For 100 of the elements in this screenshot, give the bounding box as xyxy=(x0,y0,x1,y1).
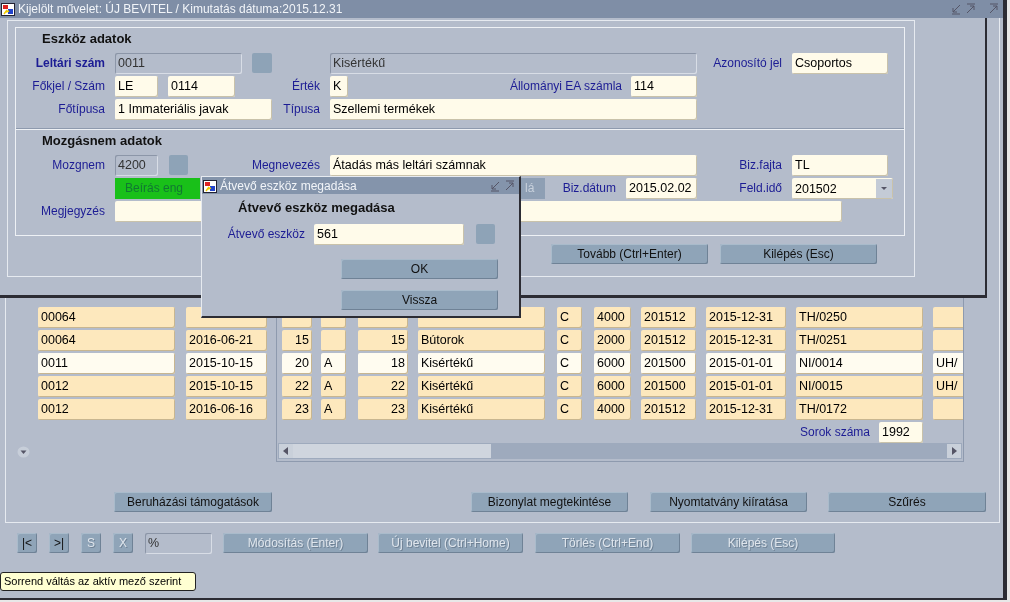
dialog-button[interactable]: Vissza xyxy=(341,290,498,310)
dropdown-field[interactable]: 201502 xyxy=(792,178,893,199)
table-cell: UH/ xyxy=(933,353,963,374)
table-cell: 2016-06-16 xyxy=(186,399,267,420)
text-field[interactable]: K xyxy=(330,76,348,97)
field-label: Mozgnem xyxy=(51,157,105,174)
table-cell: 00064 xyxy=(38,330,175,351)
field-label: Megnevezés xyxy=(250,157,320,174)
table-cell: 201512 xyxy=(641,307,696,328)
table-cell: NI/0014 xyxy=(796,353,923,374)
table-cell: 18 xyxy=(358,353,408,374)
minimize-icon[interactable] xyxy=(950,3,962,15)
toolbar-button[interactable]: |< xyxy=(17,533,37,553)
table-cell: 22 xyxy=(282,376,312,397)
table-cell: Kisértékű xyxy=(418,353,545,374)
text-field[interactable]: Szellemi termékek xyxy=(330,99,697,120)
minimize-icon[interactable] xyxy=(489,179,501,192)
table-cell: 00064 xyxy=(38,307,175,328)
tooltip: Sorrend váltás az aktív mező szerint xyxy=(0,572,196,591)
field-label: Főtípusa xyxy=(57,101,105,118)
field-label: lá xyxy=(520,178,545,199)
text-field[interactable]: Csoportos xyxy=(792,53,888,74)
text-field[interactable]: 561 xyxy=(314,224,464,245)
field-label: Megjegyzés xyxy=(39,203,105,220)
table-cell: 22 xyxy=(358,376,408,397)
table-cell: C xyxy=(557,307,582,328)
field-label: Sorok száma xyxy=(798,424,870,441)
text-field[interactable]: 114 xyxy=(631,76,697,97)
table-cell: Bútorok xyxy=(418,330,545,351)
action-button[interactable]: Nyomtatvány kiíratása xyxy=(650,492,807,512)
table-cell: Kisértékű xyxy=(418,399,545,420)
text-field[interactable]: 0011 xyxy=(115,53,242,74)
table-cell: C xyxy=(557,376,582,397)
text-field[interactable]: LE xyxy=(115,76,158,97)
table-cell: 0012 xyxy=(38,376,175,397)
text-field[interactable]: Kisértékű xyxy=(330,53,697,74)
table-cell: 201500 xyxy=(641,353,696,374)
field-label: Állományi EA számla xyxy=(508,77,622,95)
horizontal-scrollbar[interactable] xyxy=(278,443,962,459)
table-cell: 2015-10-15 xyxy=(186,353,267,374)
table-cell: 6000 xyxy=(594,353,631,374)
text-field[interactable]: 1 Immateriális javak xyxy=(115,99,272,120)
field-label: Biz.dátum xyxy=(561,180,616,197)
table-cell: 15 xyxy=(358,330,408,351)
action-button[interactable]: Szűrés xyxy=(828,492,986,512)
table-cell: 2015-01-01 xyxy=(706,376,786,397)
table-cell: 0012 xyxy=(38,399,175,420)
table-cell: C xyxy=(557,330,582,351)
table-cell: 201512 xyxy=(641,399,696,420)
scroll-right-icon[interactable] xyxy=(947,444,961,458)
table-cell: 4000 xyxy=(594,399,631,420)
field-label: Leltári szám xyxy=(34,55,105,72)
field-label: Azonosító jel xyxy=(712,55,782,72)
table-cell: 6000 xyxy=(594,376,631,397)
window-title: Átvevő eszköz megadása xyxy=(220,178,357,193)
text-field[interactable]: Átadás más leltári számnak xyxy=(330,155,697,176)
table-cell: UH/ xyxy=(933,376,963,397)
text-field[interactable]: 1992 xyxy=(879,422,923,443)
toolbar-button[interactable]: >| xyxy=(49,533,69,553)
table-cell: 2015-12-31 xyxy=(706,399,786,420)
app-icon xyxy=(1,2,15,16)
text-field[interactable]: TL xyxy=(792,155,888,176)
table-cell: C xyxy=(557,353,582,374)
table-cell: A xyxy=(321,353,346,374)
action-button[interactable]: Beruházási támogatások xyxy=(114,492,272,512)
table-cell: C xyxy=(557,399,582,420)
table-cell: TH/0172 xyxy=(796,399,923,420)
text-field[interactable]: 4200 xyxy=(115,155,158,176)
table-cell: 2015-12-31 xyxy=(706,330,786,351)
dialog-button[interactable]: Kilépés (Esc) xyxy=(720,244,877,264)
text-field[interactable]: 2015.02.02 xyxy=(626,178,697,199)
search-field[interactable]: % xyxy=(145,533,212,554)
table-cell: 2015-01-01 xyxy=(706,353,786,374)
dialog-button[interactable]: Tovább (Ctrl+Enter) xyxy=(551,244,708,264)
table-cell: 2016-06-21 xyxy=(186,330,267,351)
section-heading: Eszköz adatok xyxy=(41,31,133,46)
text-field[interactable]: 0114 xyxy=(168,76,235,97)
dialog-button[interactable]: OK xyxy=(341,259,498,279)
field-label: Átvevő eszköz xyxy=(226,225,305,243)
table-cell: 0011 xyxy=(38,353,175,374)
table-cell: A xyxy=(321,399,346,420)
table-cell: 201500 xyxy=(641,376,696,397)
action-button[interactable]: Bizonylat megtekintése xyxy=(471,492,628,512)
field-label: Biz.fajta xyxy=(738,157,782,174)
table-cell: 23 xyxy=(282,399,312,420)
maximize-icon[interactable] xyxy=(965,3,977,15)
table-cell: TH/0251 xyxy=(796,330,923,351)
section-heading: Mozgásnem adatok xyxy=(41,133,163,148)
scroll-left-icon[interactable] xyxy=(279,444,293,458)
table-cell: 4000 xyxy=(594,307,631,328)
scroll-down-icon[interactable] xyxy=(17,446,30,458)
maximize-icon[interactable] xyxy=(504,179,516,192)
field-label: Érték xyxy=(291,77,320,95)
dialog-heading: Átvevő eszköz megadása xyxy=(237,200,396,215)
table-cell: 201512 xyxy=(641,330,696,351)
field-label: Típusa xyxy=(282,101,320,118)
table-cell: 23 xyxy=(358,399,408,420)
table-cell: 15 xyxy=(282,330,312,351)
maximize-icon[interactable] xyxy=(988,3,1000,15)
window-title: Kijelölt művelet: ÚJ BEVITEL / Kimutatás dátuma:2015.12.31 xyxy=(18,2,343,16)
